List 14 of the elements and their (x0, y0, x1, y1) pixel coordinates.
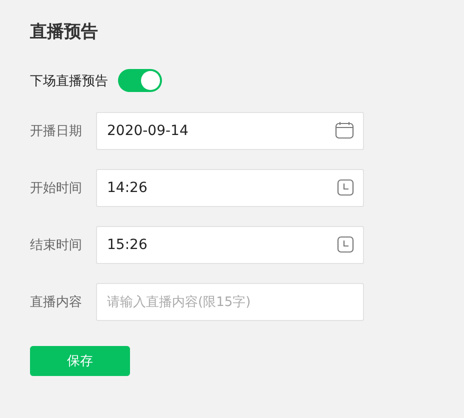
section-title: 直播预告 (30, 21, 99, 44)
input-field[interactable]: 请输入直播内容(限15字) (96, 283, 364, 321)
time-field[interactable]: 15:26 (96, 226, 364, 264)
date-field[interactable]: 2020-09-14 (96, 112, 364, 150)
toggle-switch[interactable] (118, 69, 162, 92)
calendar-icon (335, 122, 354, 139)
field-label: 开播日期 (30, 123, 83, 140)
toggle-label: 下场直播预告 (30, 72, 108, 90)
field-label: 开始时间 (30, 180, 83, 197)
field-label: 直播内容 (30, 294, 83, 311)
time-field[interactable]: 14:26 (96, 169, 364, 207)
clock-icon (337, 236, 354, 253)
clock-icon (337, 179, 354, 196)
field-label: 结束时间 (30, 237, 83, 254)
